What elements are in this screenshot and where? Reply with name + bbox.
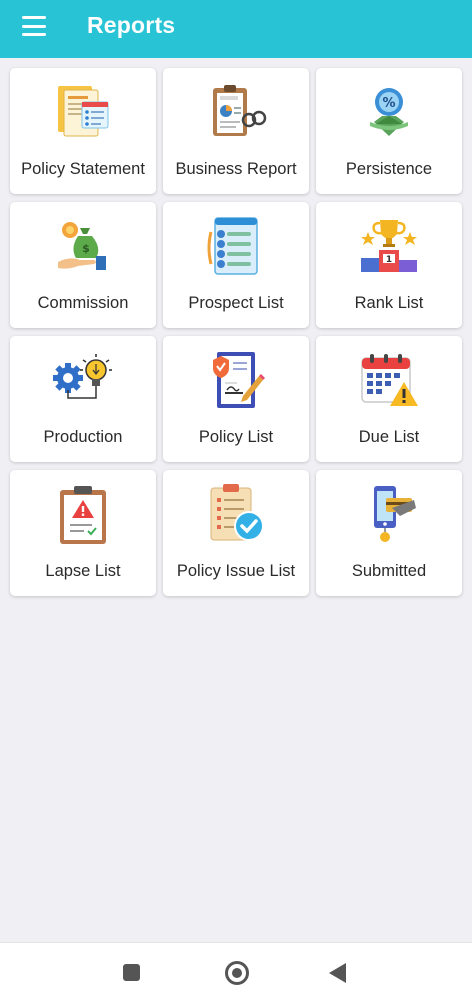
- report-clipboard-icon: [203, 80, 269, 146]
- tile-policy-list[interactable]: Policy List: [163, 336, 309, 462]
- tile-persistence[interactable]: % Persistence: [316, 68, 462, 194]
- phone-card-icon: [356, 482, 422, 548]
- gear-bulb-icon: [50, 348, 116, 414]
- tile-policy-issue-list[interactable]: Policy Issue List: [163, 470, 309, 596]
- tile-rank-list[interactable]: 1 Rank List: [316, 202, 462, 328]
- tile-label: Submitted: [351, 562, 427, 580]
- page-title: Reports: [87, 12, 176, 38]
- tile-label: Policy Statement: [21, 160, 145, 178]
- reports-grid: Policy Statement Business Report % Persi…: [10, 68, 462, 596]
- tile-label: Rank List: [354, 294, 424, 312]
- app-bar: Reports: [0, 0, 472, 58]
- back-button[interactable]: [329, 963, 346, 983]
- home-button[interactable]: [225, 961, 249, 985]
- shield-document-icon: [203, 348, 269, 414]
- clipboard-warning-icon: [50, 482, 116, 548]
- tile-label: Persistence: [345, 160, 433, 178]
- tile-lapse-list[interactable]: Lapse List: [10, 470, 156, 596]
- tile-label: Policy Issue List: [176, 562, 296, 580]
- tile-label: Business Report: [175, 160, 297, 178]
- tile-commission[interactable]: $ Commission: [10, 202, 156, 328]
- tile-business-report[interactable]: Business Report: [163, 68, 309, 194]
- tile-production[interactable]: Production: [10, 336, 156, 462]
- system-nav-bar: [0, 942, 472, 1000]
- tile-label: Production: [43, 428, 123, 446]
- svg-text:$: $: [82, 242, 90, 255]
- percent-badge-icon: %: [356, 80, 422, 146]
- trophy-podium-icon: 1: [356, 214, 422, 280]
- tile-label: Due List: [358, 428, 420, 446]
- svg-text:1: 1: [386, 255, 392, 265]
- contact-list-icon: [203, 214, 269, 280]
- document-stack-icon: [50, 80, 116, 146]
- tile-due-list[interactable]: Due List: [316, 336, 462, 462]
- calendar-warning-icon: [356, 348, 422, 414]
- tile-submitted[interactable]: Submitted: [316, 470, 462, 596]
- svg-text:%: %: [382, 96, 395, 111]
- recents-button[interactable]: [123, 964, 140, 981]
- menu-icon[interactable]: [20, 14, 48, 38]
- checklist-approved-icon: [203, 482, 269, 548]
- tile-prospect-list[interactable]: Prospect List: [163, 202, 309, 328]
- money-bag-icon: $: [50, 214, 116, 280]
- tile-label: Lapse List: [45, 562, 121, 580]
- tile-label: Prospect List: [188, 294, 284, 312]
- tile-label: Policy List: [198, 428, 274, 446]
- tile-label: Commission: [37, 294, 129, 312]
- tile-policy-statement[interactable]: Policy Statement: [10, 68, 156, 194]
